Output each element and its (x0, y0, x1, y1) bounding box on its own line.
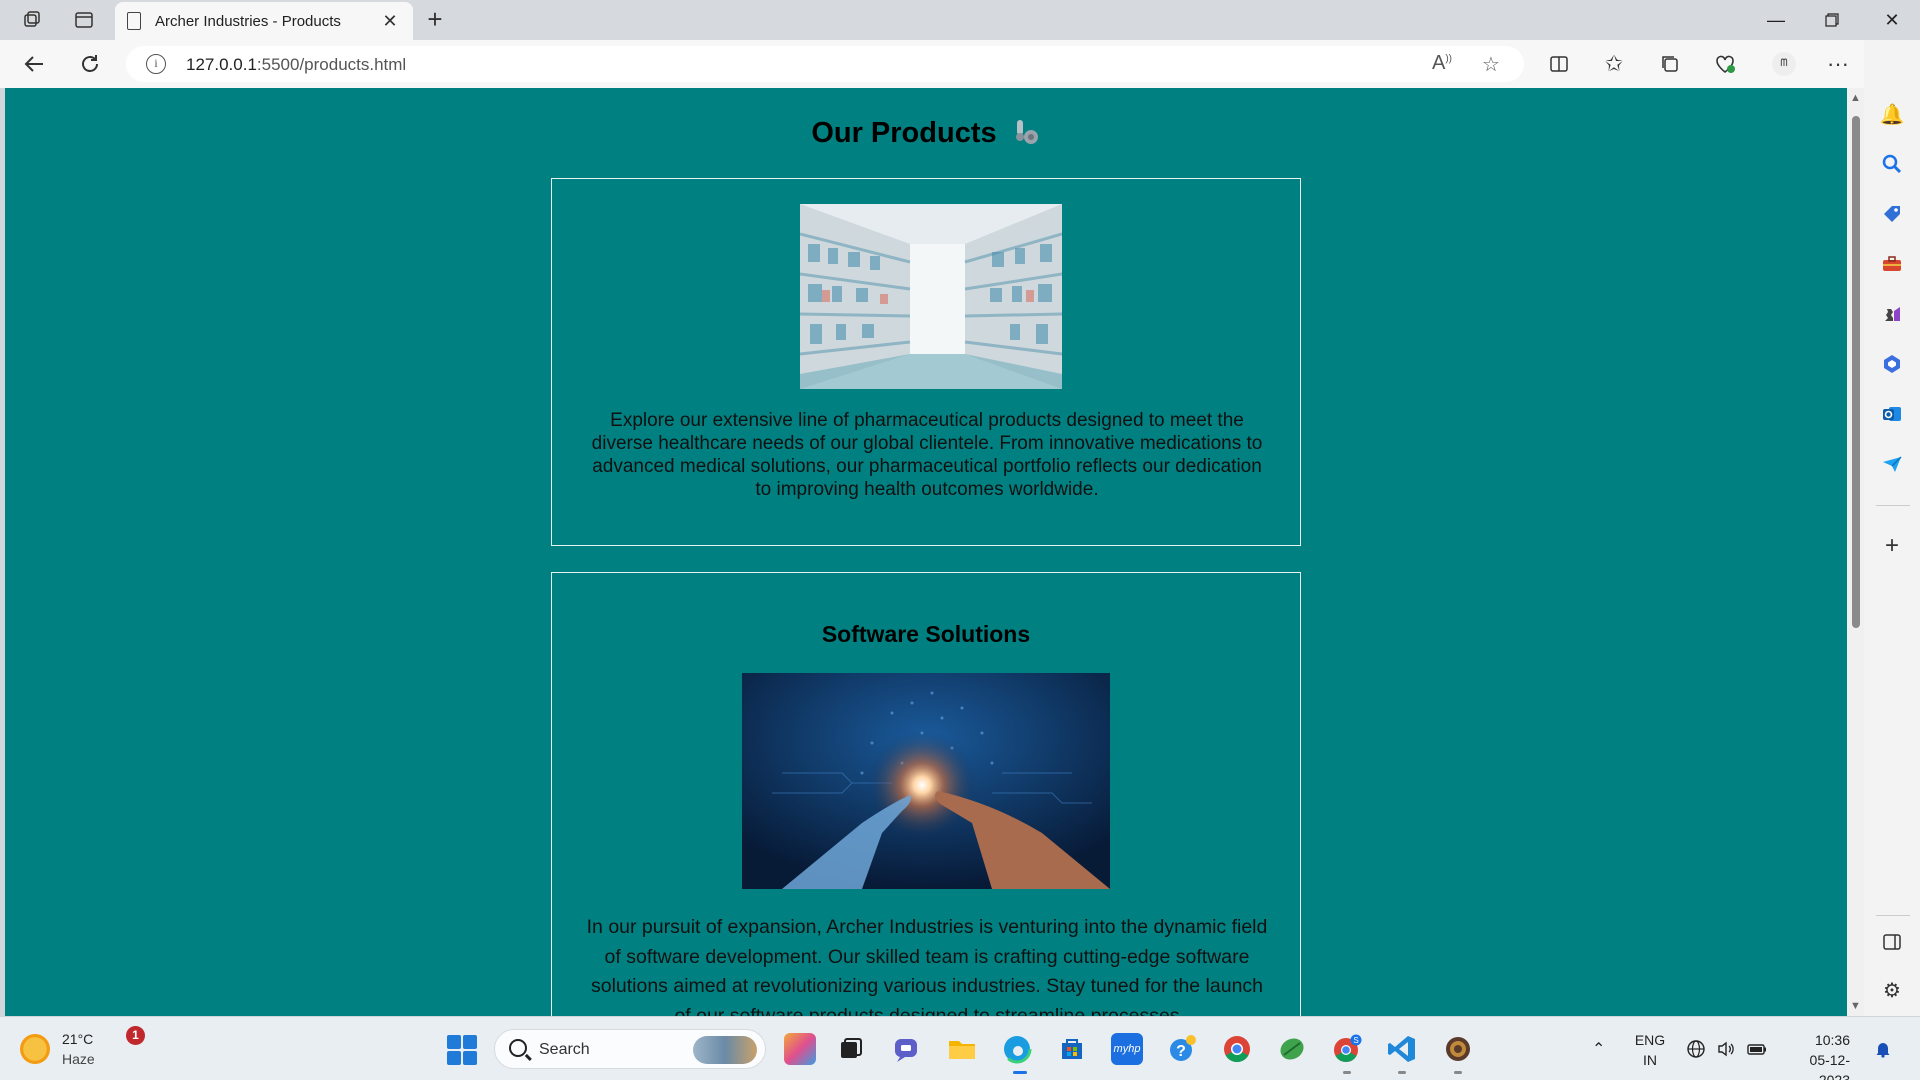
edge-browser-icon[interactable] (1001, 1033, 1033, 1065)
tab-title: Archer Industries - Products (155, 12, 341, 30)
weather-sun-icon (20, 1034, 50, 1064)
microsoft-store-icon[interactable] (1056, 1033, 1088, 1065)
network-globe-icon[interactable] (1686, 1017, 1706, 1080)
search-highlight-image (693, 1036, 757, 1064)
app-leaf-icon[interactable] (1276, 1033, 1308, 1065)
workspaces-icon[interactable] (16, 6, 48, 34)
copilot-pre-app-icon[interactable] (784, 1033, 816, 1065)
robot-arm-icon (1015, 120, 1038, 144)
games-icon[interactable] (1878, 300, 1906, 328)
settings-gear-icon[interactable]: ⚙ (1878, 976, 1906, 1004)
software-card: Software Solutions In our pursuit of exp… (551, 572, 1301, 1016)
scroll-down-icon[interactable]: ▼ (1850, 1000, 1861, 1012)
favorite-star-icon[interactable]: ☆ (1482, 52, 1500, 77)
volume-icon[interactable] (1716, 1017, 1736, 1080)
show-hidden-icons[interactable]: ⌃ (1592, 1017, 1605, 1080)
file-explorer-icon[interactable] (946, 1033, 978, 1065)
search-label: Search (539, 1041, 590, 1058)
microsoft365-icon[interactable] (1878, 350, 1906, 378)
favorites-icon[interactable]: ✩ (1598, 48, 1630, 80)
running-app-indicator (1454, 1071, 1462, 1074)
software-heading: Software Solutions (821, 621, 1031, 647)
ai-hand-image (742, 673, 1110, 889)
sidebar-divider (1876, 505, 1910, 506)
address-bar[interactable]: i 127.0.0.1:5500/products.html A)) ☆ (126, 46, 1524, 82)
read-aloud-icon[interactable]: A)) (1432, 52, 1452, 75)
notification-center-icon[interactable] (1874, 1017, 1892, 1080)
windows-taskbar: 21°C Haze 1 Search myhp ? S ⌃ ENG IN 10:… (0, 1016, 1920, 1080)
minimize-button[interactable]: — (1748, 0, 1804, 40)
teams-chat-icon[interactable] (890, 1033, 922, 1065)
system-clock[interactable]: 10:36 05-12-2023 (1780, 1030, 1850, 1080)
pharmaceutical-card: Explore our extensive line of pharmaceut… (551, 178, 1301, 546)
tools-icon[interactable] (1878, 250, 1906, 278)
search-icon[interactable] (1878, 150, 1906, 178)
more-menu-icon[interactable]: ··· (1822, 48, 1854, 80)
task-view-icon[interactable] (835, 1033, 867, 1065)
tab-strip: Archer Industries - Products ✕ + — ✕ (0, 0, 1920, 40)
hide-sidebar-icon[interactable] (1878, 928, 1906, 956)
get-help-icon[interactable]: ? (1166, 1033, 1198, 1065)
page-title: Our Products (5, 116, 1847, 150)
running-app-indicator (1398, 1071, 1406, 1074)
pharmaceutical-description: Explore our extensive line of pharmaceut… (591, 410, 1263, 500)
running-app-indicator (1343, 1071, 1351, 1074)
send-icon[interactable] (1878, 450, 1906, 478)
notification-bell-icon[interactable]: 🔔 (1878, 100, 1906, 128)
browser-essentials-icon[interactable] (1709, 48, 1741, 80)
split-screen-icon[interactable] (1543, 48, 1575, 80)
back-icon[interactable] (18, 48, 50, 80)
active-tab[interactable]: Archer Industries - Products ✕ (115, 2, 413, 40)
app-emblem-icon[interactable] (1442, 1033, 1474, 1065)
chrome-icon[interactable] (1221, 1033, 1253, 1065)
page-scrollbar[interactable]: ▲ ▼ (1847, 88, 1864, 1016)
profile-avatar[interactable]: ᗰ (1768, 48, 1800, 80)
search-glass-icon (509, 1039, 527, 1057)
url-text[interactable]: 127.0.0.1:5500/products.html (186, 55, 406, 75)
sidebar-divider (1876, 915, 1910, 916)
close-window-button[interactable]: ✕ (1864, 0, 1920, 40)
page-viewport: Our Products Explore our extensive line … (5, 88, 1847, 1016)
scroll-thumb[interactable] (1852, 116, 1860, 628)
myhp-app-icon[interactable]: myhp (1111, 1033, 1143, 1065)
svg-text:S: S (1353, 1036, 1358, 1045)
close-tab-icon[interactable]: ✕ (379, 11, 401, 32)
collections-icon[interactable] (1654, 48, 1686, 80)
svg-text:?: ? (1176, 1043, 1186, 1060)
weather-widget[interactable]: 21°C Haze (20, 1029, 95, 1069)
restore-button[interactable] (1804, 0, 1860, 40)
software-description: In our pursuit of expansion, Archer Indu… (586, 916, 1268, 1016)
edge-sidebar: 🔔 + ⚙ (1864, 40, 1920, 1016)
weather-temp: 21°C (62, 1031, 94, 1047)
pharmacy-shelves-image (800, 204, 1062, 389)
add-sidebar-app-icon[interactable]: + (1878, 532, 1906, 560)
tab-actions-icon[interactable] (68, 6, 100, 34)
chrome-profile-icon[interactable]: S (1331, 1033, 1363, 1065)
notification-badge: 1 (126, 1026, 145, 1045)
start-button[interactable] (447, 1035, 477, 1065)
language-indicator[interactable]: ENG IN (1630, 1030, 1670, 1070)
weather-condition: Haze (62, 1051, 95, 1067)
navigation-bar: i 127.0.0.1:5500/products.html A)) ☆ ✩ ᗰ… (0, 40, 1920, 88)
outlook-icon[interactable] (1878, 400, 1906, 428)
taskbar-search[interactable]: Search (494, 1029, 766, 1069)
shopping-tag-icon[interactable] (1878, 200, 1906, 228)
page-icon (127, 12, 141, 30)
battery-icon[interactable] (1746, 1017, 1768, 1080)
scroll-up-icon[interactable]: ▲ (1850, 92, 1861, 104)
new-tab-button[interactable]: + (420, 4, 450, 35)
vscode-icon[interactable] (1386, 1033, 1418, 1065)
refresh-icon[interactable] (74, 48, 106, 80)
active-app-indicator (1013, 1071, 1027, 1074)
site-info-icon[interactable]: i (146, 54, 166, 74)
